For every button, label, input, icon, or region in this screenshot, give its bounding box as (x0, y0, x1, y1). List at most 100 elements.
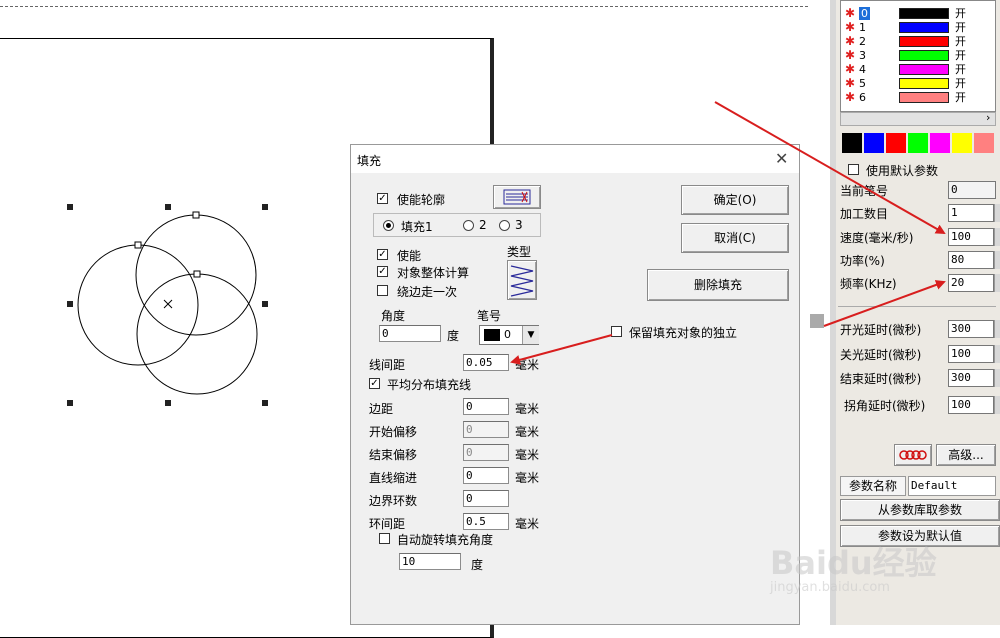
on-delay-spinner[interactable] (994, 320, 1000, 338)
pen-select[interactable]: 0 ▼ (479, 325, 539, 345)
fill-type-button[interactable] (507, 260, 537, 300)
whole-object-checkbox[interactable]: ✓ (377, 266, 388, 277)
chevron-down-icon[interactable]: ▼ (522, 326, 539, 344)
pen-row[interactable]: ✱ 6 开 (841, 90, 995, 105)
pen-color-swatch (484, 329, 500, 341)
corner-delay-field[interactable]: 100 (948, 396, 994, 414)
scroll-right-icon[interactable]: › (986, 111, 990, 124)
rotate-angle-input[interactable]: 10 (399, 553, 461, 570)
boundary-rings-input[interactable]: 0 (463, 490, 509, 507)
keep-independent-label: 保留填充对象的独立 (629, 326, 738, 340)
enable-checkbox[interactable]: ✓ (377, 249, 388, 260)
fill3-radio[interactable] (499, 220, 510, 231)
selection-handle[interactable] (67, 301, 73, 307)
selection-handle[interactable] (262, 204, 268, 210)
close-icon[interactable]: ✕ (775, 149, 788, 168)
end-delay-field[interactable]: 300 (948, 369, 994, 387)
parameter-panel: ✱ 0 开 ✱ 1 开 ✱ 2 开 ✱ 3 开 ✱ 4 开 ✱ 5 开 ✱ 6 开 › (836, 0, 1000, 625)
enable-outline-label: 使能轮廓 (397, 193, 446, 207)
palette-color[interactable] (952, 133, 972, 153)
watermark-brand: Baidu经验 (770, 544, 937, 582)
line-spacing-input[interactable]: 0.05 (463, 354, 509, 371)
go-around-checkbox[interactable] (377, 285, 388, 296)
boundary-rings-label: 边界环数 (369, 494, 418, 508)
speed-spinner[interactable] (994, 228, 1000, 246)
outline-style-button[interactable] (493, 185, 541, 209)
count-field[interactable]: 1 (948, 204, 994, 222)
selection-handle[interactable] (165, 400, 171, 406)
ok-button[interactable]: 确定(O) (681, 185, 789, 215)
pen-row[interactable]: ✱ 3 开 (841, 48, 995, 63)
frequency-field[interactable]: 20 (948, 274, 994, 292)
end-delay-spinner[interactable] (994, 369, 1000, 387)
power-spinner[interactable] (994, 251, 1000, 269)
corner-delay-label: 拐角延时(微秒) (844, 399, 926, 413)
margin-input[interactable]: 0 (463, 398, 509, 415)
palette-color[interactable] (864, 133, 884, 153)
cancel-button[interactable]: 取消(C) (681, 223, 789, 253)
pen-list[interactable]: ✱ 0 开 ✱ 1 开 ✱ 2 开 ✱ 3 开 ✱ 4 开 ✱ 5 开 ✱ 6 开 (840, 0, 996, 112)
ring-spacing-input[interactable]: 0.5 (463, 513, 509, 530)
advanced-button[interactable]: 高级... (936, 444, 996, 466)
pen-color-swatch (899, 78, 949, 89)
color-palette[interactable] (842, 133, 998, 153)
count-label: 加工数目 (840, 207, 889, 221)
line-spacing-label: 线间距 (369, 358, 406, 372)
pen-list-scrollbar[interactable]: › (840, 111, 996, 126)
count-spinner[interactable] (994, 204, 1000, 222)
selection-handle[interactable] (165, 204, 171, 210)
fill-dialog: 填充 ✕ ✓ 使能轮廓 填充1 2 3 ✓ 使能 ✓ 对象整体计算 绕边走一次 … (350, 144, 800, 625)
power-field[interactable]: 80 (948, 251, 994, 269)
average-distribute-label: 平均分布填充线 (387, 378, 472, 392)
selection-handle[interactable] (67, 204, 73, 210)
off-delay-spinner[interactable] (994, 345, 1000, 363)
frequency-spinner[interactable] (994, 274, 1000, 292)
pen-row[interactable]: ✱ 0 开 (841, 6, 995, 21)
pen-color-swatch (899, 22, 949, 33)
average-distribute-checkbox[interactable]: ✓ (369, 378, 380, 389)
off-delay-field[interactable]: 100 (948, 345, 994, 363)
param-name-label: 参数名称 (840, 476, 906, 496)
use-default-checkbox[interactable] (848, 164, 859, 175)
splitter-handle[interactable] (810, 314, 824, 328)
ring-spacing-unit: 毫米 (515, 517, 540, 531)
corner-delay-spinner[interactable] (994, 396, 1000, 414)
selection-handle[interactable] (262, 301, 268, 307)
on-delay-field[interactable]: 300 (948, 320, 994, 338)
palette-color[interactable] (842, 133, 862, 153)
dialog-title: 填充 (357, 154, 382, 168)
selection-handle[interactable] (67, 400, 73, 406)
end-offset-unit: 毫米 (515, 448, 540, 462)
palette-color[interactable] (908, 133, 928, 153)
selection-handle[interactable] (262, 400, 268, 406)
keep-independent-checkbox[interactable] (611, 326, 622, 337)
fill1-label: 填充1 (401, 220, 433, 234)
speed-field[interactable]: 100 (948, 228, 994, 246)
fill1-radio[interactable] (383, 220, 394, 231)
laser-icon-button[interactable] (894, 444, 932, 466)
from-library-button[interactable]: 从参数库取参数 (840, 499, 1000, 521)
palette-color[interactable] (886, 133, 906, 153)
pen-row[interactable]: ✱ 4 开 (841, 62, 995, 77)
palette-color[interactable] (974, 133, 994, 153)
line-indent-input[interactable]: 0 (463, 467, 509, 484)
pen-row[interactable]: ✱ 5 开 (841, 76, 995, 91)
pen-color-swatch (899, 64, 949, 75)
pen-row[interactable]: ✱ 2 开 (841, 34, 995, 49)
auto-rotate-checkbox[interactable] (379, 533, 390, 544)
off-delay-label: 关光延时(微秒) (840, 348, 922, 362)
enable-outline-checkbox[interactable]: ✓ (377, 193, 388, 204)
palette-color[interactable] (930, 133, 950, 153)
angle-unit: 度 (447, 329, 460, 343)
start-offset-label: 开始偏移 (369, 425, 418, 439)
pen-row[interactable]: ✱ 1 开 (841, 20, 995, 35)
auto-rotate-label: 自动旋转填充角度 (397, 533, 494, 547)
start-offset-unit: 毫米 (515, 425, 540, 439)
angle-input[interactable]: 0 (379, 325, 441, 342)
laser-rings-icon (899, 450, 927, 460)
pen-color-swatch (899, 8, 949, 19)
go-around-label: 绕边走一次 (397, 285, 458, 299)
delete-fill-button[interactable]: 删除填充 (647, 269, 789, 301)
fill2-radio[interactable] (463, 220, 474, 231)
param-name-field[interactable]: Default (908, 476, 996, 496)
